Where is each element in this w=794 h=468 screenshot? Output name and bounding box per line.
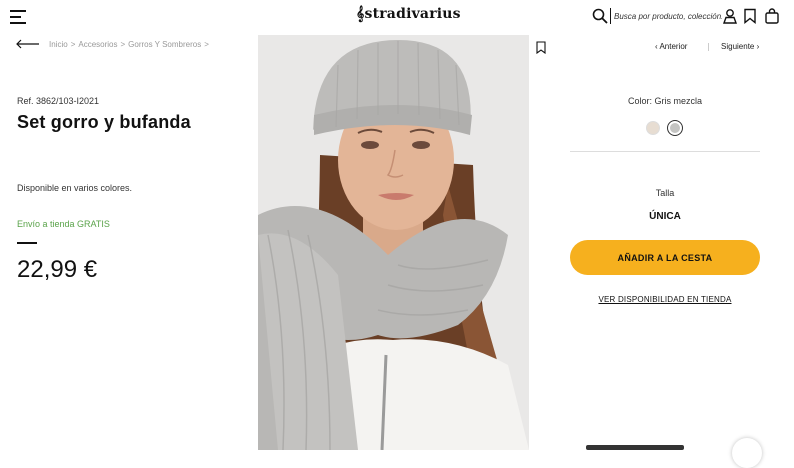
- breadcrumb-separator: >: [120, 40, 126, 49]
- next-label: Siguiente: [721, 42, 755, 51]
- logo-text: stradivarius: [364, 6, 461, 22]
- bookmark-icon[interactable]: [536, 41, 546, 54]
- back-arrow-icon[interactable]: [16, 38, 40, 50]
- menu-icon[interactable]: [10, 10, 26, 24]
- bottom-bar: [586, 445, 684, 450]
- add-to-cart-button[interactable]: AÑADIR A LA CESTA: [570, 240, 760, 275]
- shopping-bag-icon[interactable]: [764, 8, 780, 24]
- next-product-link[interactable]: Siguiente ›: [721, 42, 759, 51]
- previous-label: Anterior: [659, 42, 688, 51]
- user-icon[interactable]: [722, 8, 738, 24]
- product-title: Set gorro y bufanda: [17, 112, 191, 132]
- breadcrumb-separator: >: [70, 40, 76, 49]
- search-input[interactable]: [610, 8, 722, 24]
- product-image[interactable]: [258, 35, 529, 450]
- store-availability-link[interactable]: VER DISPONIBILIDAD EN TIENDA: [570, 295, 760, 304]
- nav-divider: [708, 43, 709, 51]
- breadcrumb-separator: >: [204, 40, 209, 49]
- brand-logo[interactable]: 𝄞stradivarius: [356, 6, 461, 22]
- product-price: 22,99 €: [17, 256, 98, 283]
- wishlist-icon[interactable]: [743, 8, 757, 24]
- color-label: Color: Gris mezcla: [627, 96, 702, 106]
- previous-product-link[interactable]: ‹ Anterior: [655, 42, 687, 51]
- size-label: Talla: [655, 188, 675, 198]
- chevron-right-icon: ›: [756, 42, 760, 51]
- size-value[interactable]: ÚNICA: [570, 211, 760, 222]
- search-icon[interactable]: [592, 8, 608, 24]
- options-divider: [570, 151, 760, 152]
- availability-text: Disponible en varios colores.: [17, 183, 133, 193]
- shipping-info: Envío a tienda GRATIS: [17, 219, 110, 229]
- product-reference: Ref. 3862/103-I2021: [17, 96, 100, 106]
- chevron-left-icon: ‹: [655, 42, 658, 51]
- price-divider: [17, 242, 37, 244]
- breadcrumb: Inicio > Accesorios > Gorros Y Sombreros >: [49, 40, 212, 49]
- color-swatch-beige[interactable]: [646, 121, 660, 135]
- floating-action-button[interactable]: [732, 438, 762, 468]
- breadcrumb-item-accesorios[interactable]: Accesorios: [78, 40, 117, 49]
- breadcrumb-item-inicio[interactable]: Inicio: [49, 40, 68, 49]
- color-swatch-grey-selected[interactable]: [667, 120, 683, 136]
- breadcrumb-item-gorros[interactable]: Gorros Y Sombreros: [128, 40, 201, 49]
- product-photo-illustration: [258, 35, 529, 450]
